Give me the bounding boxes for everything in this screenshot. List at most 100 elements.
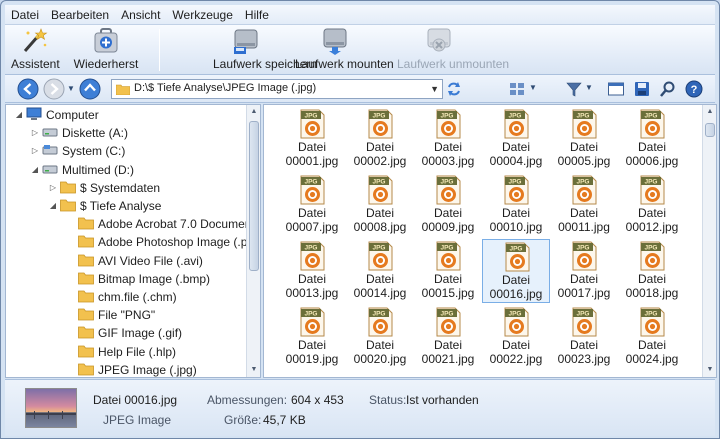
back-arrow-icon[interactable] bbox=[17, 78, 39, 100]
tree-item[interactable]: ▷ System (C:) bbox=[6, 142, 246, 160]
refresh-icon[interactable] bbox=[445, 80, 463, 98]
file-name: Datei 00009.jpg bbox=[421, 206, 475, 234]
folder-icon bbox=[78, 253, 94, 267]
view-mode-icon[interactable] bbox=[508, 80, 526, 98]
expanded-arrow-icon[interactable]: ◢ bbox=[30, 161, 40, 179]
file-item[interactable]: JPG Datei 00010.jpg bbox=[482, 173, 550, 237]
tree-item[interactable]: GIF Image (.gif) bbox=[6, 324, 246, 342]
details-filetype: JPEG Image bbox=[103, 413, 172, 427]
file-item[interactable]: JPG Datei 00023.jpg bbox=[550, 305, 618, 369]
file-item[interactable]: JPG Datei 00015.jpg bbox=[414, 239, 482, 303]
filter-icon[interactable] bbox=[565, 80, 583, 98]
collapsed-arrow-icon[interactable]: ▷ bbox=[30, 124, 40, 142]
file-item[interactable]: JPG Datei 00016.jpg bbox=[482, 239, 550, 303]
menu-hilfe[interactable]: Hilfe bbox=[239, 5, 275, 25]
file-item[interactable]: JPG Datei 00020.jpg bbox=[346, 305, 414, 369]
tree-item[interactable]: Adobe Acrobat 7.0 Document ( bbox=[6, 215, 260, 233]
jpg-file-icon: JPG bbox=[570, 241, 598, 271]
address-bar[interactable]: D:\$ Tiefe Analyse\JPEG Image (.jpg) ▼ bbox=[111, 79, 443, 99]
history-dropdown-icon[interactable]: ▼ bbox=[67, 84, 75, 93]
tree-item[interactable]: ▷ Diskette (A:) bbox=[6, 124, 246, 142]
menu-bearbeiten[interactable]: Bearbeiten bbox=[45, 5, 115, 25]
file-item[interactable]: JPG Datei 00011.jpg bbox=[550, 173, 618, 237]
file-item[interactable]: JPG Datei 00022.jpg bbox=[482, 305, 550, 369]
file-name: Datei 00012.jpg bbox=[625, 206, 679, 234]
scroll-up-icon[interactable]: ▲ bbox=[703, 105, 716, 119]
menu-werkzeuge[interactable]: Werkzeuge bbox=[166, 5, 238, 25]
file-item[interactable]: JPG Datei 00019.jpg bbox=[278, 305, 346, 369]
tree-item[interactable]: JPEG Image (.jpg) bbox=[6, 361, 246, 377]
address-dropdown-icon[interactable]: ▼ bbox=[430, 84, 439, 94]
file-item[interactable]: JPG Datei 00008.jpg bbox=[346, 173, 414, 237]
tree-item-label: Adobe Photoshop Image (.psd) bbox=[98, 235, 261, 250]
file-name: Datei 00013.jpg bbox=[285, 272, 339, 300]
tree-scrollbar[interactable]: ▲ ▼ bbox=[246, 105, 260, 377]
tree-item[interactable]: ◢ Computer bbox=[6, 106, 246, 124]
unmount-drive-label: Laufwerk unmounten bbox=[397, 57, 510, 71]
scroll-down-icon[interactable]: ▼ bbox=[247, 363, 260, 377]
file-item[interactable]: JPG Datei 00006.jpg bbox=[618, 107, 686, 171]
tree-item[interactable]: ◢ $ Tiefe Analyse bbox=[6, 197, 246, 215]
toolbar-separator bbox=[159, 29, 160, 71]
file-item[interactable]: JPG Datei 00002.jpg bbox=[346, 107, 414, 171]
tree-item[interactable]: Help File (.hlp) bbox=[6, 343, 246, 361]
file-item[interactable]: JPG Datei 00013.jpg bbox=[278, 239, 346, 303]
tree-item-label: Adobe Acrobat 7.0 Document ( bbox=[98, 217, 261, 232]
details-filename: Datei 00016.jpg bbox=[93, 393, 178, 407]
view-dropdown-icon[interactable]: ▼ bbox=[529, 83, 537, 92]
file-item[interactable]: JPG Datei 00024.jpg bbox=[618, 305, 686, 369]
mount-drive-button[interactable]: Laufwerk mounten bbox=[295, 27, 394, 73]
scroll-down-icon[interactable]: ▼ bbox=[703, 363, 716, 377]
file-item[interactable]: JPG Datei 00001.jpg bbox=[278, 107, 346, 171]
menu-ansicht[interactable]: Ansicht bbox=[115, 5, 166, 25]
unmount-drive-button[interactable]: Laufwerk unmounten bbox=[397, 27, 510, 73]
tree-item[interactable]: ▷ $ Systemdaten bbox=[6, 179, 246, 197]
file-grid[interactable]: JPG Datei 00001.jpg JPG Datei 00002.jpg JPG Dat… bbox=[263, 104, 717, 378]
collapsed-arrow-icon[interactable]: ▷ bbox=[30, 142, 40, 160]
up-arrow-icon[interactable] bbox=[79, 78, 101, 100]
folder-icon bbox=[78, 216, 94, 230]
dimensions-value: 604 x 453 bbox=[291, 393, 344, 407]
tree-item[interactable]: Adobe Photoshop Image (.psd) bbox=[6, 233, 260, 251]
tree-item[interactable]: ◢ Multimed (D:) bbox=[6, 161, 246, 179]
file-item[interactable]: JPG Datei 00014.jpg bbox=[346, 239, 414, 303]
file-item[interactable]: JPG Datei 00017.jpg bbox=[550, 239, 618, 303]
expanded-arrow-icon[interactable]: ◢ bbox=[14, 106, 24, 124]
jpg-file-icon: JPG bbox=[366, 307, 394, 337]
folder-icon bbox=[78, 289, 94, 303]
scroll-up-icon[interactable]: ▲ bbox=[247, 105, 260, 119]
file-item[interactable]: JPG Datei 00012.jpg bbox=[618, 173, 686, 237]
files-scroll-thumb[interactable] bbox=[705, 123, 715, 137]
search-icon[interactable] bbox=[659, 80, 677, 98]
files-scrollbar[interactable]: ▲ ▼ bbox=[702, 105, 716, 377]
file-item[interactable]: JPG Datei 00003.jpg bbox=[414, 107, 482, 171]
tree-item-label: Bitmap Image (.bmp) bbox=[98, 271, 211, 286]
restore-button[interactable]: Wiederherst bbox=[73, 27, 139, 73]
preview-pane-icon[interactable] bbox=[607, 80, 625, 98]
file-item[interactable]: JPG Datei 00018.jpg bbox=[618, 239, 686, 303]
drive-save-icon bbox=[234, 29, 258, 54]
filter-dropdown-icon[interactable]: ▼ bbox=[585, 83, 593, 92]
collapsed-arrow-icon[interactable]: ▷ bbox=[48, 179, 58, 197]
save-icon[interactable] bbox=[633, 80, 651, 98]
tree-scroll-thumb[interactable] bbox=[249, 121, 259, 271]
help-icon[interactable]: ? bbox=[685, 80, 703, 98]
tree-item[interactable]: chm.file (.chm) bbox=[6, 288, 246, 306]
file-item[interactable]: JPG Datei 00021.jpg bbox=[414, 305, 482, 369]
tree-item[interactable]: Bitmap Image (.bmp) bbox=[6, 270, 246, 288]
tree-item[interactable]: AVI Video File (.avi) bbox=[6, 252, 246, 270]
file-item[interactable]: JPG Datei 00004.jpg bbox=[482, 107, 550, 171]
tree-item[interactable]: File "PNG" bbox=[6, 306, 246, 324]
file-item[interactable]: JPG Datei 00007.jpg bbox=[278, 173, 346, 237]
assistant-button[interactable]: Assistent bbox=[11, 27, 60, 73]
drive-icon bbox=[42, 125, 58, 139]
file-item[interactable]: JPG Datei 00005.jpg bbox=[550, 107, 618, 171]
folder-tree[interactable]: ◢ Computer ▷ Diskette (A:) ▷ System (C:) ◢ Mult… bbox=[5, 104, 261, 378]
svg-text:JPG: JPG bbox=[440, 311, 453, 318]
forward-arrow-icon[interactable] bbox=[43, 78, 65, 100]
save-drive-button[interactable]: Laufwerk speichern bbox=[213, 27, 317, 73]
tree-item-label: File "PNG" bbox=[98, 308, 156, 323]
expanded-arrow-icon[interactable]: ◢ bbox=[48, 197, 58, 215]
menu-datei[interactable]: Datei bbox=[5, 5, 45, 25]
file-item[interactable]: JPG Datei 00009.jpg bbox=[414, 173, 482, 237]
